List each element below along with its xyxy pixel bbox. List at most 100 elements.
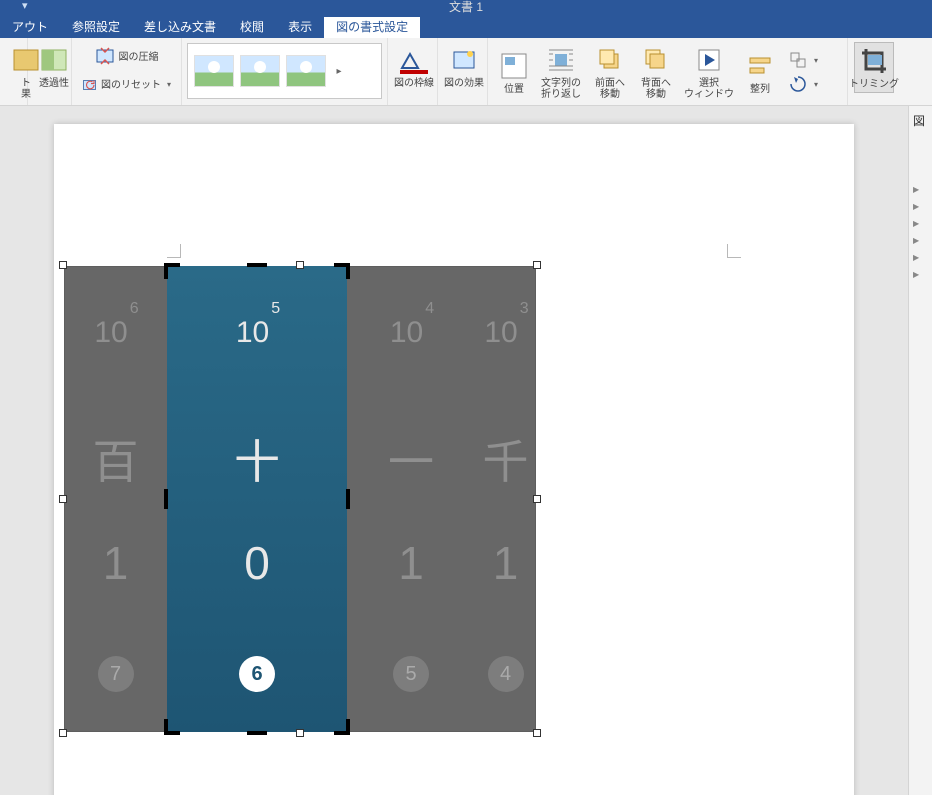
crop-icon xyxy=(858,45,890,77)
group-icon xyxy=(788,50,808,70)
chevron-right-icon: ▶ xyxy=(913,185,919,194)
selection-pane-icon xyxy=(693,44,725,76)
power-base: 10 xyxy=(94,316,127,349)
picture-effects-label: 図の効果 xyxy=(444,78,484,89)
wrap-text-icon xyxy=(545,44,577,76)
resize-handle[interactable] xyxy=(533,729,541,737)
bring-forward-label: 前面へ 移動 xyxy=(595,78,625,100)
crop-handle[interactable] xyxy=(247,731,267,735)
ribbon-tabs: アウト 参照設定 差し込み文書 校閲 表示 図の書式設定 xyxy=(0,17,932,38)
margin-guide-icon xyxy=(167,244,181,258)
send-backward-button[interactable]: 背面へ 移動 xyxy=(634,42,678,102)
chevron-down-icon[interactable]: ▾ xyxy=(167,80,171,89)
chevron-right-icon: ▶ xyxy=(913,253,919,262)
align-label: 整列 xyxy=(750,84,770,95)
align-icon xyxy=(744,50,776,82)
pane-section[interactable]: ▶ xyxy=(909,181,932,198)
power-exp: 6 xyxy=(130,300,139,317)
selection-pane-button[interactable]: 選択 ウィンドウ xyxy=(680,42,738,102)
pane-section[interactable]: ▶ xyxy=(909,232,932,249)
ribbon-group-compress-reset: 図の圧縮 図のリセット ▾ xyxy=(72,38,182,105)
format-picture-pane[interactable]: 図 ▶ ▶ ▶ ▶ ▶ ▶ xyxy=(908,106,932,795)
picture-border-label: 図の枠線 xyxy=(394,78,434,89)
crop-region[interactable] xyxy=(167,266,347,732)
compress-pictures-button[interactable]: 図の圧縮 xyxy=(78,46,175,67)
chevron-right-icon: ▶ xyxy=(913,236,919,245)
position-button[interactable]: 位置 xyxy=(494,48,534,97)
reset-picture-button[interactable]: 図のリセット ▾ xyxy=(78,75,175,96)
send-backward-icon xyxy=(640,44,672,76)
tab-layout[interactable]: アウト xyxy=(0,16,60,38)
style-thumbnail[interactable] xyxy=(194,55,234,87)
power-exp: 3 xyxy=(520,300,529,317)
crop-handle[interactable] xyxy=(334,719,350,735)
chevron-right-icon: ▶ xyxy=(913,270,919,279)
tab-picture-format[interactable]: 図の書式設定 xyxy=(324,16,420,38)
qat-dropdown-icon[interactable]: ▾ xyxy=(22,0,28,12)
crop-handle[interactable] xyxy=(346,489,350,509)
compress-label: 図の圧縮 xyxy=(119,52,159,63)
transparency-icon xyxy=(38,44,70,76)
ribbon-group-border: 図の枠線 xyxy=(388,38,438,105)
picture-styles-gallery[interactable]: ▸ xyxy=(187,43,382,99)
document-page[interactable]: 106 百 1 7 105 十 0 6 104 一 1 5 xyxy=(54,124,854,795)
index-circle: 5 xyxy=(393,656,429,692)
ribbon-group-transparency: 透過性 xyxy=(28,38,72,105)
ribbon-group-crop: トリミング xyxy=(848,38,900,105)
digit-label: 1 xyxy=(347,536,475,590)
ribbon-group-arrange: 位置 文字列の 折り返し 前面へ 移動 背面へ 移動 選択 ウィンドウ 整列 xyxy=(488,38,848,105)
crop-handle[interactable] xyxy=(164,719,180,735)
index-circle: 4 xyxy=(488,656,524,692)
reset-icon xyxy=(82,75,97,95)
chevron-down-icon: ▾ xyxy=(814,80,818,89)
resize-handle[interactable] xyxy=(533,261,541,269)
align-button[interactable]: 整列 xyxy=(740,48,780,97)
pane-section[interactable]: ▶ xyxy=(909,215,932,232)
picture-effects-button[interactable]: 図の効果 xyxy=(444,42,484,91)
margin-guide-icon xyxy=(727,244,741,258)
picture-effects-icon xyxy=(448,44,480,76)
resize-handle[interactable] xyxy=(59,261,67,269)
selected-image[interactable]: 106 百 1 7 105 十 0 6 104 一 1 5 xyxy=(64,266,536,732)
kanji-label: 千 xyxy=(475,426,536,492)
bring-forward-button[interactable]: 前面へ 移動 xyxy=(588,42,632,102)
rotate-icon xyxy=(788,74,808,94)
crop-button[interactable]: トリミング xyxy=(854,42,894,93)
tab-mailings[interactable]: 差し込み文書 xyxy=(132,16,228,38)
style-thumbnail[interactable] xyxy=(286,55,326,87)
resize-handle[interactable] xyxy=(59,495,67,503)
transparency-label: 透過性 xyxy=(39,78,69,89)
power-exp: 4 xyxy=(425,300,434,317)
resize-handle[interactable] xyxy=(533,495,541,503)
rotate-button[interactable]: ▾ xyxy=(784,73,822,95)
bring-forward-icon xyxy=(594,44,626,76)
crop-label: トリミング xyxy=(849,79,899,90)
ribbon-group-effects: 図の効果 xyxy=(438,38,488,105)
selection-pane-label: 選択 ウィンドウ xyxy=(684,78,734,100)
tab-view[interactable]: 表示 xyxy=(276,16,324,38)
gallery-more-icon[interactable]: ▸ xyxy=(332,66,346,77)
chevron-down-icon: ▾ xyxy=(814,56,818,65)
crop-handle[interactable] xyxy=(334,263,350,279)
pane-section[interactable]: ▶ xyxy=(909,266,932,283)
power-base: 10 xyxy=(484,316,517,349)
picture-border-button[interactable]: 図の枠線 xyxy=(394,42,434,91)
crop-handle[interactable] xyxy=(164,489,168,509)
pane-section[interactable]: ▶ xyxy=(909,249,932,266)
pane-section[interactable]: ▶ xyxy=(909,198,932,215)
picture-border-icon xyxy=(398,44,430,76)
style-thumbnail[interactable] xyxy=(240,55,280,87)
group-button[interactable]: ▾ xyxy=(784,49,822,71)
reset-label: 図のリセット xyxy=(101,80,161,91)
crop-handle[interactable] xyxy=(247,263,267,267)
wrap-text-label: 文字列の 折り返し xyxy=(541,78,581,100)
power-base: 10 xyxy=(390,316,423,349)
wrap-text-button[interactable]: 文字列の 折り返し xyxy=(536,42,586,102)
document-area[interactable]: 106 百 1 7 105 十 0 6 104 一 1 5 xyxy=(0,106,908,795)
resize-handle[interactable] xyxy=(59,729,67,737)
tab-references[interactable]: 参照設定 xyxy=(60,16,132,38)
transparency-button[interactable]: 透過性 xyxy=(34,42,74,91)
crop-handle[interactable] xyxy=(164,263,180,279)
compress-icon xyxy=(95,46,115,66)
tab-review[interactable]: 校閲 xyxy=(228,16,276,38)
